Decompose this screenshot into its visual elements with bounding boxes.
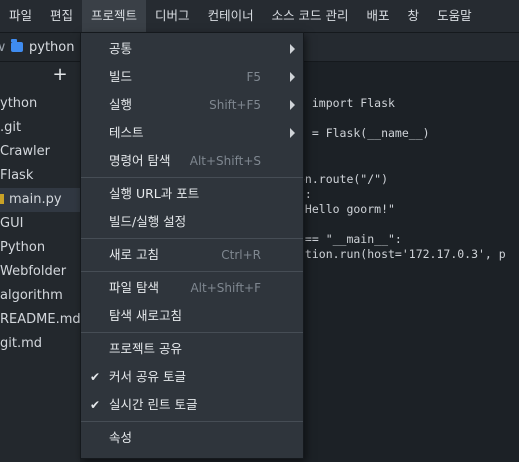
- project-explorer: ∨ python + ython .git Crawler Flask main…: [0, 33, 80, 462]
- tree-item-label: Flask: [0, 168, 34, 183]
- menu-window[interactable]: 창: [399, 0, 429, 32]
- menu-edit[interactable]: 편집: [41, 0, 82, 32]
- menu-item-run-url-port[interactable]: 실행 URL과 포트: [81, 180, 303, 208]
- tree-item-label: algorithm: [0, 288, 63, 303]
- checkmark-icon: ✔: [90, 398, 101, 412]
- menu-item-common[interactable]: 공통: [81, 35, 303, 63]
- code-line: , import Flask: [298, 96, 395, 110]
- code-line: n = Flask(__name__): [298, 126, 430, 140]
- menu-item-run[interactable]: 실행 Shift+F5: [81, 91, 303, 119]
- menu-item-share-project[interactable]: 프로젝트 공유: [81, 335, 303, 363]
- tree-item-label: Webfolder: [0, 264, 67, 279]
- menu-item-command-search[interactable]: 명령어 탐색 Alt+Shift+S: [81, 147, 303, 175]
- menu-item-live-lint-toggle[interactable]: ✔ 실시간 린트 토글: [81, 391, 303, 419]
- tree-item[interactable]: GUI: [0, 212, 80, 236]
- tree-item[interactable]: README.md: [0, 308, 80, 332]
- tree-item-label: Python: [0, 240, 46, 255]
- tree-item[interactable]: .git: [0, 116, 80, 140]
- menu-item-build[interactable]: 빌드 F5: [81, 63, 303, 91]
- tree-item-label: .git: [0, 120, 22, 135]
- tree-item-label: GUI: [0, 216, 24, 231]
- tree-item[interactable]: Crawler: [0, 140, 80, 164]
- menu-scm[interactable]: 소스 코드 관리: [263, 0, 358, 32]
- tree-item[interactable]: Webfolder: [0, 260, 80, 284]
- code-line: "Hello goorm!": [298, 202, 395, 216]
- tree-item-label: Crawler: [0, 144, 50, 159]
- menu-divider: [81, 421, 303, 422]
- menu-debug[interactable]: 디버그: [146, 0, 199, 32]
- menu-divider: [81, 271, 303, 272]
- code-line: == "__main__":: [298, 232, 402, 246]
- tree-item-label: ython: [0, 96, 38, 111]
- menu-item-explorer-refresh[interactable]: 탐색 새로고침: [81, 302, 303, 330]
- submenu-arrow-icon: [290, 100, 295, 110]
- menu-deploy[interactable]: 배포: [358, 0, 399, 32]
- folder-icon: [11, 39, 23, 52]
- tree-item-label: git.md: [0, 336, 43, 351]
- checkmark-icon: ✔: [90, 370, 101, 384]
- tree-item-selected[interactable]: main.py: [0, 188, 80, 212]
- code-line: on.route("/"): [298, 172, 389, 186]
- menu-item-cursor-share-toggle[interactable]: ✔ 커서 공유 토글: [81, 363, 303, 391]
- file-icon: [0, 194, 4, 204]
- menu-bar: 파일 편집 프로젝트 디버그 컨테이너 소스 코드 관리 배포 창 도움말: [0, 0, 519, 33]
- menu-item-properties[interactable]: 속성: [81, 424, 303, 452]
- project-name: python: [29, 39, 75, 55]
- divider: [0, 61, 80, 62]
- menu-divider: [81, 332, 303, 333]
- menu-item-test[interactable]: 테스트: [81, 119, 303, 147]
- tree-item[interactable]: Flask: [0, 164, 80, 188]
- tree-item[interactable]: Python: [0, 236, 80, 260]
- menu-item-build-run-settings[interactable]: 빌드/실행 설정: [81, 208, 303, 236]
- file-tree: ython .git Crawler Flask main.py GUI Pyt…: [0, 92, 80, 356]
- menu-item-file-explorer[interactable]: 파일 탐색 Alt+Shift+F: [81, 274, 303, 302]
- menu-container[interactable]: 컨테이너: [199, 0, 263, 32]
- chevron-icon: ∨: [0, 39, 7, 55]
- project-header[interactable]: ∨ python: [0, 33, 80, 61]
- menu-help[interactable]: 도움말: [428, 0, 481, 32]
- menu-divider: [81, 177, 303, 178]
- tree-item[interactable]: ython: [0, 92, 80, 116]
- menu-project[interactable]: 프로젝트: [82, 0, 147, 32]
- tree-item[interactable]: git.md: [0, 332, 80, 356]
- tree-item[interactable]: algorithm: [0, 284, 80, 308]
- submenu-arrow-icon: [290, 44, 295, 54]
- menu-divider: [81, 238, 303, 239]
- menu-item-refresh[interactable]: 새로 고침 Ctrl+R: [81, 241, 303, 269]
- tree-item-label: README.md: [0, 312, 80, 327]
- submenu-arrow-icon: [290, 72, 295, 82]
- tree-item-label: main.py: [9, 192, 62, 207]
- code-line: ation.run(host='172.17.0.3', p: [298, 247, 506, 261]
- submenu-arrow-icon: [290, 128, 295, 138]
- menu-file[interactable]: 파일: [0, 0, 41, 32]
- project-menu-dropdown: 공통 빌드 F5 실행 Shift+F5 테스트 명령어 탐색 Alt+Shif…: [80, 32, 304, 459]
- add-icon[interactable]: +: [52, 66, 68, 84]
